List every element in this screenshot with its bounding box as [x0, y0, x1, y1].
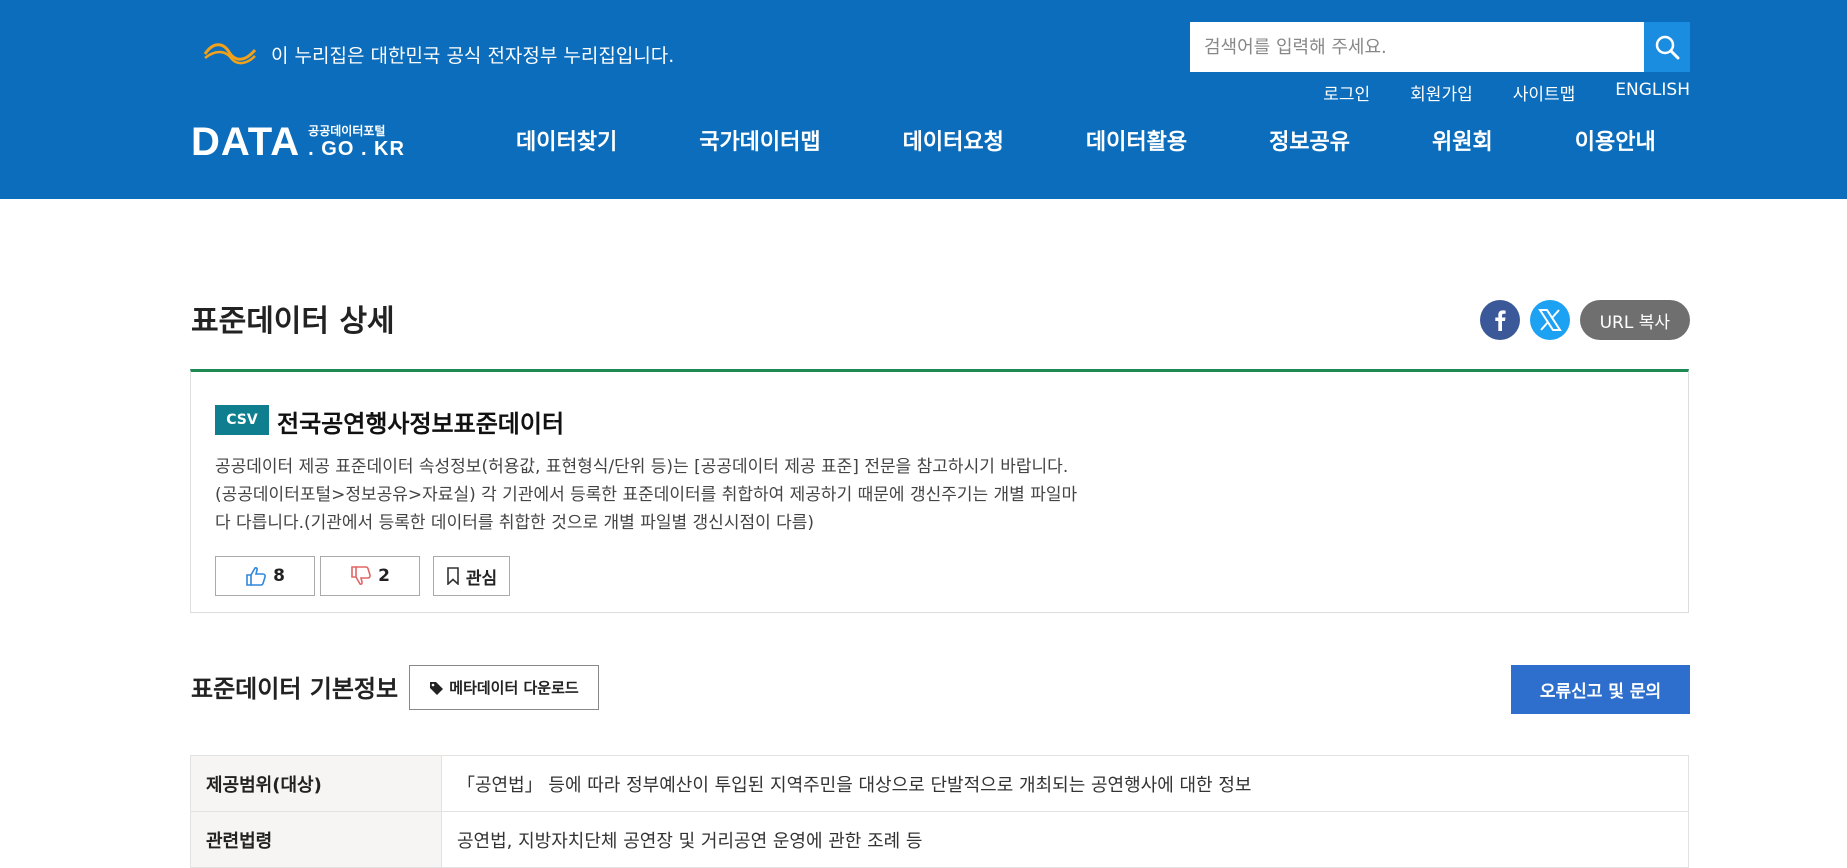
thumbs-up-icon: [246, 567, 266, 586]
section-title-basic-info: 표준데이터 기본정보: [191, 675, 399, 703]
sitemap-link[interactable]: 사이트맵: [1513, 80, 1576, 105]
tag-icon: [430, 681, 444, 695]
metadata-download-button[interactable]: 메타데이터 다운로드: [409, 665, 599, 710]
description-line: 공공데이터 제공 표준데이터 속성정보(허용값, 표현형식/단위 등)는 [공공…: [215, 457, 1069, 477]
search-button[interactable]: [1644, 22, 1690, 72]
nav-item-guide[interactable]: 이용안내: [1575, 124, 1656, 156]
row-value: 「공연법」 등에 따라 정부예산이 투입된 지역주민을 대상으로 단발적으로 개…: [441, 755, 1689, 812]
row-label: 관련법령: [190, 811, 442, 868]
facebook-icon: [1494, 310, 1506, 331]
nav-item-data-request[interactable]: 데이터요청: [903, 124, 1004, 156]
like-count: 8: [273, 566, 285, 586]
basic-info-table: 제공범위(대상) 「공연법」 등에 따라 정부예산이 투입된 지역주민을 대상으…: [190, 755, 1689, 868]
dataset-summary-card: CSV 전국공연행사정보표준데이터 공공데이터 제공 표준데이터 속성정보(허용…: [190, 369, 1689, 613]
nav-item-data-search[interactable]: 데이터찾기: [516, 124, 617, 156]
dislike-button[interactable]: 2: [320, 556, 420, 596]
gov-emblem-icon: [203, 43, 257, 65]
nav-item-info-share[interactable]: 정보공유: [1269, 124, 1350, 156]
url-copy-button[interactable]: URL 복사: [1579, 300, 1690, 340]
x-share-button[interactable]: [1529, 300, 1570, 340]
gov-notice: 이 누리집은 대한민국 공식 전자정부 누리집입니다.: [201, 40, 674, 68]
row-value: 공연법, 지방자치단체 공연장 및 거리공연 운영에 관한 조례 등: [441, 811, 1689, 868]
logo-main-text: DATA: [191, 120, 301, 164]
site-header: 이 누리집은 대한민국 공식 전자정부 누리집입니다. 로그인 회원가입 사이트…: [0, 0, 1847, 199]
search-input[interactable]: [1190, 22, 1644, 72]
search-bar: [1190, 22, 1690, 72]
nav-item-data-usage[interactable]: 데이터활용: [1086, 124, 1187, 156]
table-row: 제공범위(대상) 「공연법」 등에 따라 정부예산이 투입된 지역주민을 대상으…: [190, 755, 1689, 812]
format-badge: CSV: [215, 405, 269, 435]
login-link[interactable]: 로그인: [1323, 80, 1370, 105]
main-nav: 데이터찾기 국가데이터맵 데이터요청 데이터활용 정보공유 위원회 이용안내: [516, 124, 1656, 156]
bookmark-icon: [447, 567, 459, 585]
thumbs-down-icon: [351, 566, 371, 585]
nav-item-committee[interactable]: 위원회: [1432, 124, 1493, 156]
share-bar: URL 복사: [1479, 300, 1690, 340]
english-link[interactable]: ENGLISH: [1615, 80, 1690, 105]
row-label: 제공범위(대상): [190, 755, 442, 812]
logo-sub-top: 공공데이터포털: [308, 123, 386, 138]
like-button[interactable]: 8: [215, 556, 315, 596]
x-icon: [1537, 309, 1562, 331]
page-title: 표준데이터 상세: [191, 304, 395, 339]
dataset-title: 전국공연행사정보표준데이터: [277, 410, 565, 438]
metadata-download-label: 메타데이터 다운로드: [449, 679, 579, 697]
dataset-description: 공공데이터 제공 표준데이터 속성정보(허용값, 표현형식/단위 등)는 [공공…: [215, 453, 1175, 537]
error-report-button[interactable]: 오류신고 및 문의: [1511, 665, 1690, 714]
signup-link[interactable]: 회원가입: [1410, 80, 1473, 105]
description-line: (공공데이터포털>정보공유>자료실) 각 기관에서 등록한 표준데이터를 취합하…: [215, 485, 1078, 505]
site-logo[interactable]: DATA 공공데이터포털 . GO . KR: [191, 120, 405, 165]
utility-links: 로그인 회원가입 사이트맵 ENGLISH: [1283, 80, 1690, 105]
facebook-share-button[interactable]: [1479, 300, 1520, 340]
favorite-label: 관심: [465, 568, 498, 589]
logo-sub: 공공데이터포털 . GO . KR: [308, 123, 405, 161]
table-row: 관련법령 공연법, 지방자치단체 공연장 및 거리공연 운영에 관한 조례 등: [190, 811, 1689, 868]
gov-notice-text: 이 누리집은 대한민국 공식 전자정부 누리집입니다.: [271, 44, 675, 67]
nav-item-national-data-map[interactable]: 국가데이터맵: [699, 124, 820, 156]
dislike-count: 2: [378, 566, 390, 586]
favorite-button[interactable]: 관심: [433, 556, 510, 596]
logo-sub-bottom: . GO . KR: [308, 138, 405, 161]
description-line: 다 다릅니다.(기관에서 등록한 데이터를 취합한 것으로 개별 파일별 갱신시…: [215, 513, 815, 533]
search-icon: [1655, 35, 1680, 60]
